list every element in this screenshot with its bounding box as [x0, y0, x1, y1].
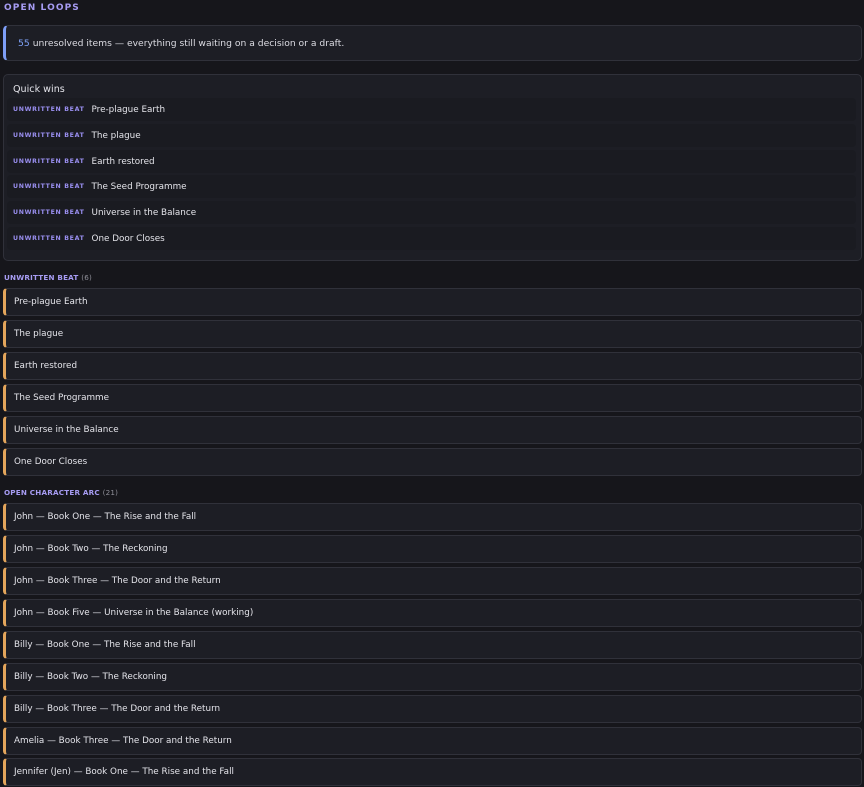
loop-item[interactable]: Earth restored: [3, 352, 862, 380]
quick-win-item[interactable]: UNWRITTEN BEAT Pre-plague Earth: [7, 98, 856, 121]
loop-item[interactable]: Billy — Book One — The Rise and the Fall: [3, 631, 862, 659]
quick-win-tag: UNWRITTEN BEAT: [13, 183, 85, 190]
quick-win-item[interactable]: UNWRITTEN BEAT The Seed Programme: [7, 175, 856, 198]
quick-win-item[interactable]: UNWRITTEN BEAT One Door Closes: [7, 227, 856, 250]
loop-item[interactable]: One Door Closes: [3, 448, 862, 476]
section-title: UNWRITTEN BEAT: [4, 273, 79, 282]
unresolved-count: 55: [18, 37, 30, 49]
quick-win-tag: UNWRITTEN BEAT: [13, 235, 85, 242]
quick-win-item[interactable]: UNWRITTEN BEAT Universe in the Balance: [7, 201, 856, 224]
loop-item[interactable]: John — Book One — The Rise and the Fall: [3, 503, 862, 531]
quick-win-item[interactable]: UNWRITTEN BEAT Earth restored: [7, 150, 856, 173]
quick-win-label: Earth restored: [91, 156, 155, 167]
loop-item[interactable]: The Seed Programme: [3, 384, 862, 412]
loop-item[interactable]: Jennifer (Jen) — Book One — The Rise and…: [3, 758, 862, 786]
summary-text: unresolved items — everything still wait…: [32, 37, 345, 49]
page-title: OPEN LOOPS: [4, 3, 80, 13]
section-title: OPEN CHARACTER ARC: [4, 488, 100, 497]
quick-win-tag: UNWRITTEN BEAT: [13, 106, 85, 113]
loop-item[interactable]: Pre-plague Earth: [3, 288, 862, 316]
loop-item[interactable]: Amelia — Book Three — The Door and the R…: [3, 727, 862, 755]
loop-item[interactable]: John — Book Two — The Reckoning: [3, 535, 862, 563]
loop-item[interactable]: The plague: [3, 320, 862, 348]
quick-win-label: Universe in the Balance: [91, 207, 197, 218]
quick-win-tag: UNWRITTEN BEAT: [13, 158, 85, 165]
quick-wins-panel: Quick wins UNWRITTEN BEAT Pre-plague Ear…: [3, 74, 862, 261]
quick-win-label: The plague: [91, 130, 141, 141]
loop-item[interactable]: John — Book Five — Universe in the Balan…: [3, 599, 862, 627]
section-heading-open-character-arc: OPEN CHARACTER ARC (21): [4, 488, 118, 497]
quick-win-tag: UNWRITTEN BEAT: [13, 209, 85, 216]
loop-item[interactable]: Billy — Book Three — The Door and the Re…: [3, 695, 862, 723]
quick-win-item[interactable]: UNWRITTEN BEAT The plague: [7, 124, 856, 147]
open-loops-page: OPEN LOOPS 55 unresolved items — everyth…: [0, 0, 864, 787]
loop-item[interactable]: Billy — Book Two — The Reckoning: [3, 663, 862, 691]
summary-banner: 55 unresolved items — everything still w…: [3, 25, 862, 61]
section-count: (6): [81, 273, 92, 282]
quick-win-label: The Seed Programme: [91, 181, 187, 192]
section-count: (21): [102, 488, 119, 497]
quick-win-label: Pre-plague Earth: [91, 104, 166, 115]
quick-win-label: One Door Closes: [91, 233, 165, 244]
section-heading-unwritten-beat: UNWRITTEN BEAT (6): [4, 273, 92, 282]
loop-item[interactable]: Universe in the Balance: [3, 416, 862, 444]
quick-wins-title: Quick wins: [13, 84, 65, 95]
loop-item[interactable]: John — Book Three — The Door and the Ret…: [3, 567, 862, 595]
quick-win-tag: UNWRITTEN BEAT: [13, 132, 85, 139]
